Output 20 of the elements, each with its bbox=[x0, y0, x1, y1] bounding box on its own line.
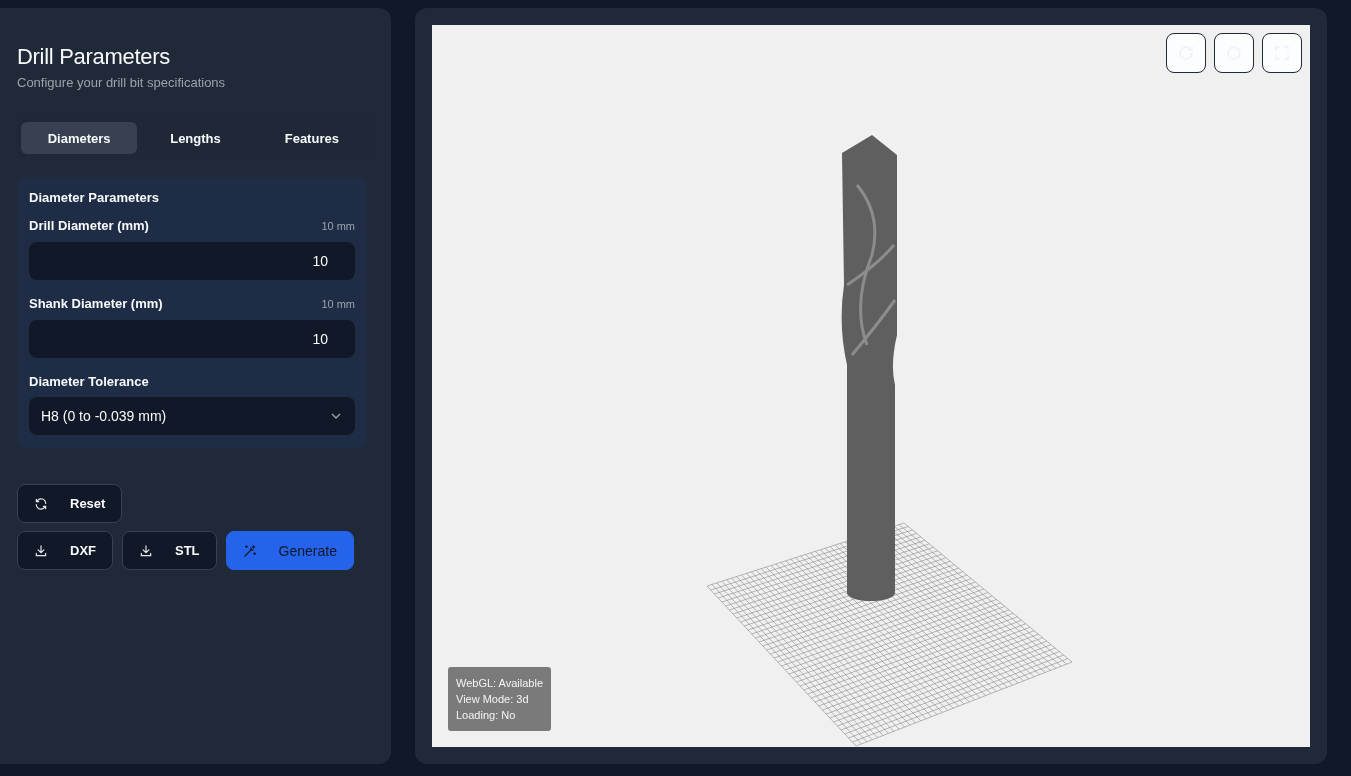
status-line: WebGL: Available bbox=[456, 676, 544, 691]
download-button[interactable]: STL bbox=[122, 531, 217, 570]
panel-title: Drill Parameters bbox=[17, 44, 171, 70]
status-line: View Mode: 3d bbox=[456, 692, 530, 707]
reset-button[interactable]: Reset bbox=[17, 484, 123, 523]
field-label: Shank Diameter (mm) bbox=[29, 296, 163, 311]
tab[interactable]: Features bbox=[253, 122, 370, 154]
field-label: Drill Diameter (mm) bbox=[29, 218, 149, 233]
number-input-field[interactable]: 10 bbox=[29, 242, 355, 280]
field-label: Diameter Tolerance bbox=[29, 374, 149, 389]
value-reading: 10 mm bbox=[321, 219, 355, 232]
dropdown-field[interactable]: H8 (0 to -0.039 mm) bbox=[29, 397, 355, 435]
download-button[interactable]: DXF bbox=[17, 531, 113, 570]
number-input-field[interactable]: 10 bbox=[29, 320, 355, 358]
value-reading: 10 mm bbox=[321, 297, 355, 310]
section-title: Diameter Parameters bbox=[29, 190, 161, 205]
status-line: Loading: No bbox=[456, 708, 517, 723]
panel-subtitle: Configure your drill bit specifications bbox=[17, 75, 227, 90]
tab[interactable]: Diameters bbox=[21, 122, 138, 154]
tab[interactable]: Lengths bbox=[137, 122, 254, 154]
